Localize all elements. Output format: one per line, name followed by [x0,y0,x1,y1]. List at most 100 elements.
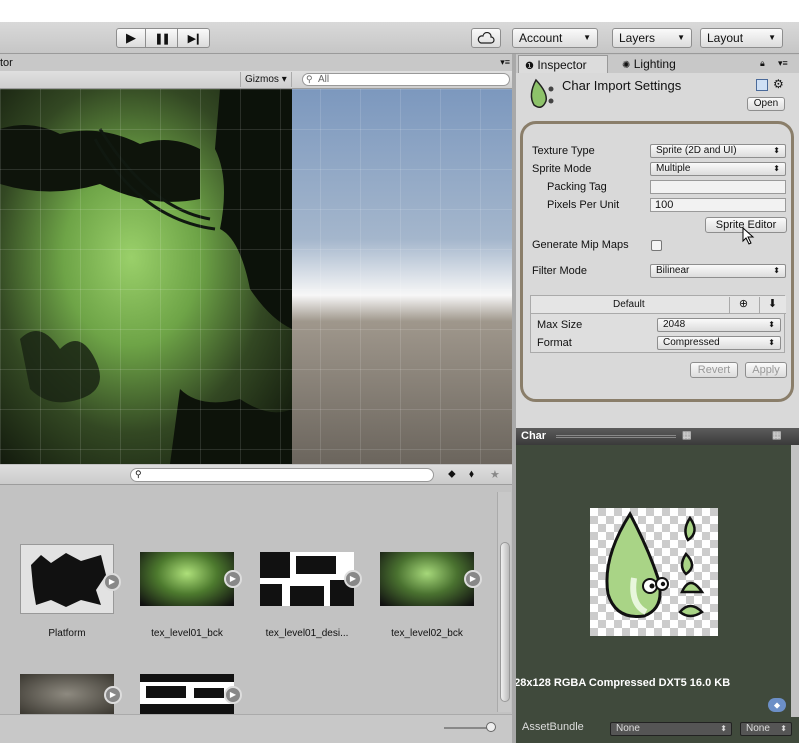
pause-button[interactable]: ❚❚ [146,28,178,48]
project-search-input[interactable]: ⚲ [130,468,434,482]
favorite-star-icon[interactable]: ★ [490,468,500,481]
account-label: Account [519,31,563,45]
chevron-down-icon: ▾ [281,74,287,85]
asset-bundle-bar: AssetBundle None ⬍ None ⬍ [516,717,799,743]
tab-inspector-label: Inspector [537,58,587,72]
step-button[interactable]: ▶❙ [178,28,210,48]
lightbulb-icon: ✺ [622,60,631,71]
cloud-icon [477,32,495,44]
asset-name: Platform [48,628,86,639]
preview-header[interactable]: Char ▦ ▦ [516,428,799,445]
label-tag-icon[interactable]: ⬥ [768,698,786,712]
play-icon[interactable]: ▶ [103,573,121,591]
asset-bundle-label: AssetBundle [522,721,584,733]
asset-name: tex_level02_bck [391,628,463,639]
layout-dropdown[interactable]: Layout ▼ [700,28,783,48]
asset-thumbnail: ▶ [140,552,242,606]
panel-menu-icon[interactable]: ▾≡ [500,57,510,68]
chevron-down-icon: ▼ [677,33,685,42]
asset-item[interactable]: ▶ Platform [20,544,121,639]
chevron-down-icon: ▼ [768,33,776,42]
tab-lighting[interactable]: ✺ Lighting [616,55,682,73]
texture-info: 128x128 RGBA Compressed DXT5 16.0 KB [516,677,791,693]
project-status-bar [0,714,512,743]
char-sprite-shapes [605,511,705,619]
account-dropdown[interactable]: Account ▼ [512,28,598,48]
chevron-down-icon: ▼ [583,33,591,42]
play-icon: ▶ [126,30,136,45]
asset-bundle-value: None [616,723,640,734]
thumbnail-size-slider[interactable] [444,722,496,732]
preview-title: Char [521,430,547,442]
asset-thumbnail: ▶ [20,674,122,714]
play-button[interactable]: ▶ [116,28,146,48]
project-assets-grid: ▶ Platform ▶ tex_level01_bck ▶ tex_level… [0,486,512,714]
filter-by-label-icon[interactable]: ⬧ [469,468,474,481]
chevron-updown-icon: ⬍ [720,724,727,733]
layers-label: Layers [619,31,656,45]
scene-grid [0,89,512,464]
asset-item[interactable]: ▶ tex_level02_bck [380,552,482,639]
texture-info-text: 128x128 RGBA Compressed DXT5 16.0 KB [516,677,731,689]
tab-lighting-label: Lighting [633,57,676,71]
gizmos-label: Gizmos [245,74,279,85]
asset-bundle-select[interactable]: None ⬍ [610,722,732,736]
open-button[interactable]: Open [747,97,785,111]
filter-by-type-icon[interactable]: ⬥ [448,468,456,481]
layers-dropdown[interactable]: Layers ▼ [612,28,692,48]
sprite-asset-icon [530,78,554,108]
search-icon: ⚲ [135,469,142,479]
main-toolbar: ▶ ❚❚ ▶❙ Account ▼ Layers ▼ Layout ▼ [0,22,799,54]
inspector-header: Char Import Settings ⚙ Open [516,73,799,113]
asset-item[interactable]: ▶ tex_level01_bck [140,552,242,639]
chevron-updown-icon: ⬍ [780,724,787,733]
step-icon: ▶❙ [187,32,203,45]
inspector-title: Char Import Settings [562,78,682,93]
asset-item[interactable]: ▶ tex_level01_desi... [260,552,362,639]
scene-viewport[interactable] [0,89,512,464]
layout-label: Layout [707,31,744,45]
help-book-icon[interactable] [756,79,768,91]
asset-thumbnail: ▶ [260,552,362,606]
highlight-outline [520,121,794,402]
search-placeholder: All [318,74,330,85]
platform-shape [31,553,106,607]
play-icon[interactable]: ▶ [224,570,242,588]
drag-handle[interactable] [556,435,676,438]
play-icon[interactable]: ▶ [464,570,482,588]
scene-search-input[interactable]: ⚲ All [302,73,510,86]
texture-preview: 128x128 RGBA Compressed DXT5 16.0 KB ⬥ [516,445,791,717]
panel-menu-icon[interactable]: ▦ [772,430,781,441]
lock-icon[interactable]: 🔒︎ [760,58,765,69]
asset-name: tex_level01_desi... [265,628,349,639]
asset-name: tex_level01_bck [151,628,223,639]
asset-item[interactable]: ▶ [20,674,122,714]
asset-item[interactable]: ▶ [140,674,242,714]
play-icon[interactable]: ▶ [344,570,362,588]
rgb-toggle-icon[interactable]: ▦ [682,430,691,441]
slider-knob[interactable] [486,722,496,732]
asset-thumbnail: ▶ [140,674,242,714]
tab-inspector[interactable]: ❶ Inspector [518,55,608,73]
info-icon: ❶ [525,61,534,72]
asset-thumbnail: ▶ [380,552,482,606]
asset-variant-value: None [746,723,770,734]
project-scrollbar-thumb[interactable] [500,542,510,702]
desi-shapes [260,552,354,606]
panel-menu-icon[interactable]: ▾≡ [778,58,788,69]
play-icon[interactable]: ▶ [104,686,122,704]
project-toolbar: ⚲ ⬥ ⬧ ★ [0,465,512,485]
gizmos-dropdown[interactable]: Gizmos ▾ [240,72,292,87]
unity-editor-window: ▶ ❚❚ ▶❙ Account ▼ Layers ▼ Layout ▼ tor ▾≡ … [0,0,799,743]
inspector-tab-bar: ❶ Inspector ✺ Lighting 🔒︎ ▾≡ [516,55,799,73]
scene-toolbar: Gizmos ▾ ⚲ All [0,71,512,89]
search-icon: ⚲ [306,74,313,84]
sprite-sheet-preview [590,508,718,636]
gear-icon[interactable]: ⚙ [773,77,784,91]
pause-icon: ❚❚ [154,32,171,45]
play-icon[interactable]: ▶ [224,686,242,704]
asset-thumbnail: ▶ [20,544,121,614]
asset-variant-select[interactable]: None ⬍ [740,722,792,736]
cloud-button[interactable] [471,28,501,48]
tab-scene[interactable]: tor [0,57,13,69]
